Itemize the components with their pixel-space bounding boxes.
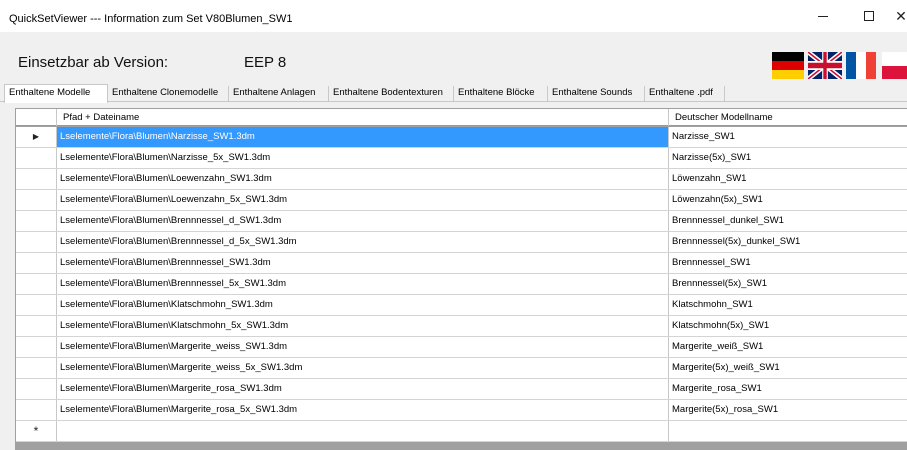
table-row[interactable]: Lselemente\Flora\Blumen\Klatschmohn_SW1.… bbox=[16, 295, 907, 316]
path-cell[interactable]: Lselemente\Flora\Blumen\Margerite_weiss_… bbox=[57, 358, 669, 378]
path-cell[interactable]: Lselemente\Flora\Blumen\Brennnessel_SW1.… bbox=[57, 253, 669, 273]
model-name-cell[interactable]: Narzisse_SW1 bbox=[669, 127, 907, 147]
row-header[interactable] bbox=[16, 358, 57, 378]
path-cell[interactable]: Lselemente\Flora\Blumen\Brennnessel_d_5x… bbox=[57, 232, 669, 252]
model-name-cell[interactable]: Narzisse(5x)_SW1 bbox=[669, 148, 907, 168]
table-row[interactable]: Lselemente\Flora\Blumen\Brennnessel_d_5x… bbox=[16, 232, 907, 253]
model-name-cell[interactable]: Margerite_weiß_SW1 bbox=[669, 337, 907, 357]
tab-strip: Enthaltene Modelle Enthaltene Clonemodel… bbox=[0, 84, 907, 103]
models-grid[interactable]: Pfad + Dateiname Deutscher Modellname ▶ L… bbox=[15, 108, 907, 450]
table-row[interactable]: Lselemente\Flora\Blumen\Margerite_rosa_S… bbox=[16, 379, 907, 400]
table-row[interactable]: Lselemente\Flora\Blumen\Brennnessel_5x_S… bbox=[16, 274, 907, 295]
info-bar: Einsetzbar ab Version: EEP 8 bbox=[0, 32, 907, 84]
new-row[interactable]: * bbox=[16, 421, 907, 442]
model-name-cell[interactable]: Margerite(5x)_weiß_SW1 bbox=[669, 358, 907, 378]
model-name-cell[interactable]: Margerite(5x)_rosa_SW1 bbox=[669, 400, 907, 420]
model-name-cell[interactable]: Brennnessel(5x)_dunkel_SW1 bbox=[669, 232, 907, 252]
maximize-icon bbox=[864, 11, 874, 21]
tab-enthaltene-bloecke[interactable]: Enthaltene Blöcke bbox=[454, 86, 548, 102]
title-bar: QuickSetViewer --- Information zum Set V… bbox=[0, 0, 907, 32]
table-row[interactable]: Lselemente\Flora\Blumen\Klatschmohn_5x_S… bbox=[16, 316, 907, 337]
row-header[interactable] bbox=[16, 379, 57, 399]
version-label: Einsetzbar ab Version: bbox=[18, 54, 169, 71]
path-cell[interactable]: Lselemente\Flora\Blumen\Margerite_rosa_5… bbox=[57, 400, 669, 420]
column-header-model-name[interactable]: Deutscher Modellname bbox=[669, 109, 907, 126]
path-cell[interactable]: Lselemente\Flora\Blumen\Brennnessel_5x_S… bbox=[57, 274, 669, 294]
tab-enthaltene-pdf[interactable]: Enthaltene .pdf bbox=[645, 86, 725, 102]
model-name-cell[interactable]: Brennnessel_dunkel_SW1 bbox=[669, 211, 907, 231]
path-cell[interactable]: Lselemente\Flora\Blumen\Klatschmohn_SW1.… bbox=[57, 295, 669, 315]
path-cell[interactable]: Lselemente\Flora\Blumen\Narzisse_SW1.3dm bbox=[57, 127, 669, 147]
path-cell[interactable]: Lselemente\Flora\Blumen\Loewenzahn_5x_SW… bbox=[57, 190, 669, 210]
row-header[interactable] bbox=[16, 211, 57, 231]
model-name-cell[interactable]: Brennnessel_SW1 bbox=[669, 253, 907, 273]
new-row-header[interactable]: * bbox=[16, 421, 57, 441]
row-header[interactable] bbox=[16, 295, 57, 315]
table-row[interactable]: Lselemente\Flora\Blumen\Brennnessel_SW1.… bbox=[16, 253, 907, 274]
row-header[interactable] bbox=[16, 337, 57, 357]
model-name-cell[interactable]: Löwenzahn_SW1 bbox=[669, 169, 907, 189]
path-cell[interactable]: Lselemente\Flora\Blumen\Brennnessel_d_SW… bbox=[57, 211, 669, 231]
row-header[interactable] bbox=[16, 253, 57, 273]
uk-flag-icon[interactable] bbox=[808, 52, 842, 79]
table-row[interactable]: Lselemente\Flora\Blumen\Margerite_rosa_5… bbox=[16, 400, 907, 421]
table-row[interactable]: Lselemente\Flora\Blumen\Narzisse_5x_SW1.… bbox=[16, 148, 907, 169]
table-row[interactable]: Lselemente\Flora\Blumen\Brennnessel_d_SW… bbox=[16, 211, 907, 232]
row-header[interactable] bbox=[16, 316, 57, 336]
window-title: QuickSetViewer --- Information zum Set V… bbox=[9, 13, 293, 25]
table-row[interactable]: Lselemente\Flora\Blumen\Loewenzahn_5x_SW… bbox=[16, 190, 907, 211]
polish-flag-icon[interactable] bbox=[882, 52, 907, 79]
german-flag-icon[interactable] bbox=[772, 52, 804, 79]
tab-enthaltene-anlagen[interactable]: Enthaltene Anlagen bbox=[229, 86, 329, 102]
path-cell[interactable]: Lselemente\Flora\Blumen\Narzisse_5x_SW1.… bbox=[57, 148, 669, 168]
tab-enthaltene-clonemodelle[interactable]: Enthaltene Clonemodelle bbox=[108, 86, 229, 102]
path-cell[interactable]: Lselemente\Flora\Blumen\Margerite_weiss_… bbox=[57, 337, 669, 357]
tab-enthaltene-bodentexturen[interactable]: Enthaltene Bodentexturen bbox=[329, 86, 454, 102]
tab-enthaltene-sounds[interactable]: Enthaltene Sounds bbox=[548, 86, 645, 102]
french-flag-icon[interactable] bbox=[846, 52, 876, 79]
row-header[interactable] bbox=[16, 400, 57, 420]
minimize-button[interactable] bbox=[800, 0, 846, 32]
version-value: EEP 8 bbox=[244, 54, 287, 71]
grid-header: Pfad + Dateiname Deutscher Modellname bbox=[16, 109, 907, 126]
row-header[interactable] bbox=[16, 190, 57, 210]
model-name-cell[interactable]: Klatschmohn(5x)_SW1 bbox=[669, 316, 907, 336]
model-name-cell[interactable]: Löwenzahn(5x)_SW1 bbox=[669, 190, 907, 210]
header-corner[interactable] bbox=[16, 109, 57, 126]
table-row[interactable]: ▶ Lselemente\Flora\Blumen\Narzisse_SW1.3d… bbox=[16, 127, 907, 148]
path-cell[interactable]: Lselemente\Flora\Blumen\Margerite_rosa_S… bbox=[57, 379, 669, 399]
table-row[interactable]: Lselemente\Flora\Blumen\Margerite_weiss_… bbox=[16, 358, 907, 379]
table-row[interactable]: Lselemente\Flora\Blumen\Margerite_weiss_… bbox=[16, 337, 907, 358]
column-header-path[interactable]: Pfad + Dateiname bbox=[57, 109, 669, 126]
table-row[interactable]: Lselemente\Flora\Blumen\Loewenzahn_SW1.3… bbox=[16, 169, 907, 190]
close-button[interactable]: ✕ bbox=[878, 0, 907, 32]
new-row-path-cell[interactable] bbox=[57, 421, 669, 441]
row-header[interactable] bbox=[16, 232, 57, 252]
row-header[interactable] bbox=[16, 148, 57, 168]
tab-enthaltene-modelle[interactable]: Enthaltene Modelle bbox=[4, 84, 108, 103]
row-header[interactable] bbox=[16, 169, 57, 189]
row-header[interactable]: ▶ bbox=[16, 127, 57, 147]
new-row-model-name-cell[interactable] bbox=[669, 421, 907, 441]
model-name-cell[interactable]: Brennnessel(5x)_SW1 bbox=[669, 274, 907, 294]
model-name-cell[interactable]: Klatschmohn_SW1 bbox=[669, 295, 907, 315]
close-icon: ✕ bbox=[895, 7, 907, 24]
path-cell[interactable]: Lselemente\Flora\Blumen\Klatschmohn_5x_S… bbox=[57, 316, 669, 336]
path-cell[interactable]: Lselemente\Flora\Blumen\Loewenzahn_SW1.3… bbox=[57, 169, 669, 189]
model-name-cell[interactable]: Margerite_rosa_SW1 bbox=[669, 379, 907, 399]
row-header[interactable] bbox=[16, 274, 57, 294]
minimize-icon bbox=[818, 15, 828, 17]
